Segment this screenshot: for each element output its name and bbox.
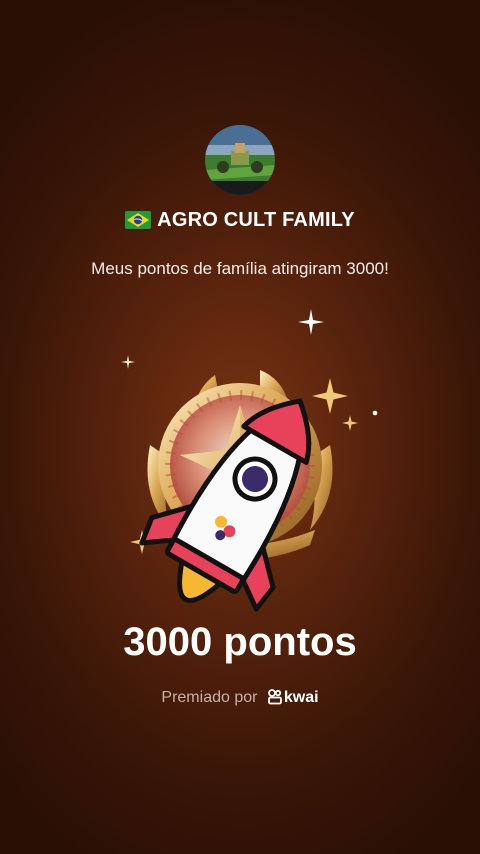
sparkle-icon	[372, 410, 378, 416]
family-avatar[interactable]	[205, 125, 275, 195]
family-avatar-image	[205, 125, 275, 195]
family-title: AGRO CULT FAMILY	[0, 209, 480, 235]
points-total: 3000 pontos	[123, 620, 357, 664]
kwai-logo-icon	[268, 689, 282, 710]
achievement-message: Meus pontos de família atingiram 3000!	[91, 259, 389, 278]
awarded-by: Premiado por kwai	[0, 689, 480, 710]
brazil-flag-icon	[125, 211, 152, 235]
kwai-brand: kwai	[283, 689, 319, 706]
achievement-badge	[120, 355, 360, 615]
awarded-by-label: Premiado por	[161, 689, 258, 706]
family-name: AGRO CULT FAMILY	[157, 209, 355, 231]
sparkle-icon	[298, 309, 324, 335]
